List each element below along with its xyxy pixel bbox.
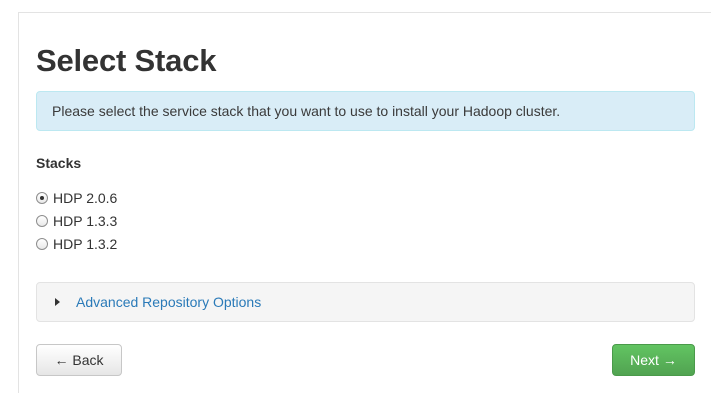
stack-option-hdp-1-3-2[interactable]: HDP 1.3.2 bbox=[36, 234, 117, 254]
back-button[interactable]: ← Back bbox=[36, 344, 122, 376]
page-title: Select Stack bbox=[36, 43, 217, 78]
radio-button[interactable] bbox=[36, 238, 48, 250]
info-alert: Please select the service stack that you… bbox=[36, 91, 695, 131]
next-button[interactable]: Next → bbox=[612, 344, 695, 376]
stack-option-label: HDP 2.0.6 bbox=[53, 190, 118, 206]
stack-option-hdp-1-3-3[interactable]: HDP 1.3.3 bbox=[36, 211, 117, 231]
stacks-label: Stacks bbox=[36, 155, 82, 171]
stack-option-label: HDP 1.3.3 bbox=[53, 213, 118, 229]
radio-button-checked[interactable] bbox=[36, 192, 48, 204]
stack-option-hdp-2-0-6[interactable]: HDP 2.0.6 bbox=[36, 188, 117, 208]
advanced-repository-options-toggle[interactable]: Advanced Repository Options bbox=[36, 282, 695, 322]
caret-right-icon[interactable] bbox=[55, 298, 60, 306]
stack-option-label: HDP 1.3.2 bbox=[53, 236, 118, 252]
radio-button[interactable] bbox=[36, 215, 48, 227]
wizard-panel: Select Stack Please select the service s… bbox=[18, 12, 711, 393]
advanced-repository-options-link[interactable]: Advanced Repository Options bbox=[76, 294, 261, 310]
